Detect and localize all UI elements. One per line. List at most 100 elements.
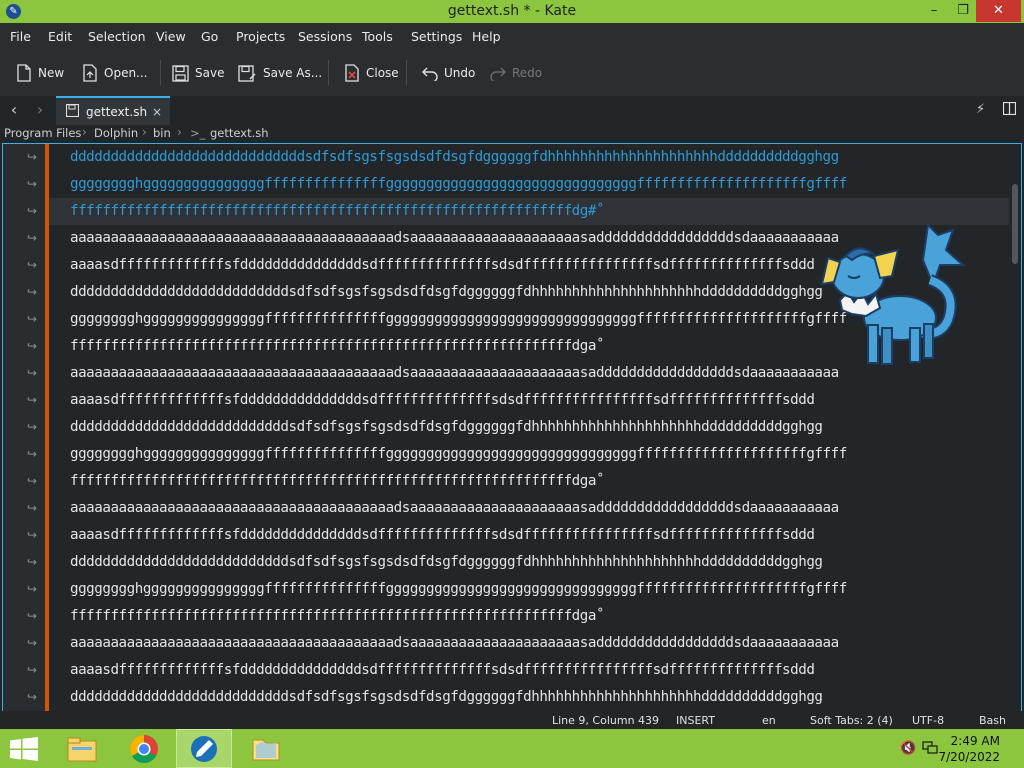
input-mode[interactable]: INSERT — [676, 714, 715, 727]
wrap-indicator-icon: ↪ — [27, 393, 38, 407]
save-icon — [66, 104, 79, 117]
menu-selection[interactable]: Selection — [88, 29, 146, 44]
redo-button[interactable]: Redo — [490, 62, 542, 84]
menu-help[interactable]: Help — [472, 29, 501, 44]
menu-sessions[interactable]: Sessions — [298, 29, 352, 44]
file-encoding[interactable]: UTF-8 — [912, 714, 944, 727]
code-line-text: dddddddddddddddddddddddddddsdfsdfsgsfsgs… — [70, 419, 823, 435]
taskbar-folder[interactable] — [238, 729, 294, 768]
clock-time: 2:49 AM — [950, 734, 1000, 748]
wrap-indicator-icon: ↪ — [27, 204, 38, 218]
save-button[interactable]: Save — [172, 62, 224, 84]
taskbar-chrome[interactable] — [116, 729, 172, 768]
menu-go[interactable]: Go — [201, 29, 218, 44]
menu-view[interactable]: View — [156, 29, 186, 44]
code-line-text: ffffffffffffffffffffffffffffffffffffffff… — [70, 203, 605, 219]
wrap-indicator-icon: ↪ — [27, 609, 38, 623]
new-button[interactable]: New — [16, 62, 64, 84]
menu-edit[interactable]: Edit — [48, 29, 72, 44]
code-line[interactable]: ↪ gggggggghgggggggggggggggfffffffffffffff… — [27, 441, 1009, 468]
wrap-indicator-icon: ↪ — [27, 285, 38, 299]
breadcrumb-item[interactable]: Dolphin — [94, 126, 138, 140]
code-line-text: aaaaaaaaaaaaaaaaaaaaaaaaaaaaaaaaaaaaaaaa… — [70, 365, 839, 381]
scrollbar-thumb[interactable] — [1012, 184, 1018, 264]
menu-projects[interactable]: Projects — [236, 29, 285, 44]
open-document-icon — [83, 64, 97, 82]
taskbar: 🔇 2:49 AM 7/20/2022 — [0, 729, 1024, 768]
menu-file[interactable]: File — [10, 29, 31, 44]
vertical-scrollbar[interactable] — [1009, 144, 1021, 711]
wrap-indicator-icon: ↪ — [27, 555, 38, 569]
code-line[interactable]: ↪ aaaasdfffffffffffffsfdddddddddddddddsdf… — [27, 522, 1009, 549]
undo-button[interactable]: Undo — [422, 62, 475, 84]
chevron-right-icon: › — [82, 125, 87, 139]
save-as-button[interactable]: Save As... — [238, 62, 322, 84]
breadcrumb-item[interactable]: gettext.sh — [210, 126, 269, 140]
indentation-settings[interactable]: Soft Tabs: 2 (4) — [810, 714, 893, 727]
terminal-file-icon: >_ — [190, 126, 206, 140]
network-icon[interactable] — [922, 741, 938, 759]
tab-gettext-sh[interactable]: gettext.sh × — [56, 96, 170, 125]
close-document-icon — [345, 64, 359, 82]
close-window-button[interactable]: ✕ — [976, 0, 1021, 22]
kate-icon — [191, 735, 217, 762]
toolbar-separator — [406, 60, 407, 86]
menu-tools[interactable]: Tools — [362, 29, 393, 44]
wrap-indicator-icon: ↪ — [27, 150, 38, 164]
breadcrumb-item[interactable]: bin — [153, 126, 171, 140]
code-line[interactable]: ↪ dddddddddddddddddddddddddddsdfsdfsgsfsg… — [27, 684, 1009, 711]
volume-muted-icon[interactable]: 🔇 — [900, 741, 916, 756]
tab-close-icon[interactable]: × — [152, 105, 162, 119]
start-button[interactable] — [10, 737, 38, 764]
code-line-text: ffffffffffffffffffffffffffffffffffffffff… — [70, 608, 605, 624]
system-clock[interactable]: 2:49 AM 7/20/2022 — [938, 733, 1000, 765]
code-line-text: aaaasdfffffffffffffsfdddddddddddddddsdff… — [70, 527, 815, 543]
code-line[interactable]: ↪ dddddddddddddddddddddddddddddsdfsdfsgsf… — [27, 144, 1009, 171]
back-arrow-icon[interactable]: ‹ — [6, 102, 22, 118]
code-line-text: aaaaaaaaaaaaaaaaaaaaaaaaaaaaaaaaaaaaaaaa… — [70, 500, 839, 516]
close-document-button[interactable]: Close — [344, 62, 399, 84]
menu-settings[interactable]: Settings — [411, 29, 462, 44]
wrap-indicator-icon: ↪ — [27, 258, 38, 272]
wrap-indicator-icon: ↪ — [27, 420, 38, 434]
code-line[interactable]: ↪ dddddddddddddddddddddddddddsdfsdfsgsfsg… — [27, 549, 1009, 576]
code-line-text: ffffffffffffffffffffffffffffffffffffffff… — [70, 473, 605, 489]
code-line[interactable]: ↪ aaaaaaaaaaaaaaaaaaaaaaaaaaaaaaaaaaaaaaa… — [27, 630, 1009, 657]
toolbar-separator — [160, 60, 161, 86]
code-line[interactable]: ↪ aaaasdfffffffffffffsfdddddddddddddddsdf… — [27, 657, 1009, 684]
quick-open-icon[interactable]: ⚡ — [976, 102, 985, 117]
code-line-text: dddddddddddddddddddddddddddsdfsdfsgsfsgs… — [70, 284, 823, 300]
code-line[interactable]: ↪ fffffffffffffffffffffffffffffffffffffff… — [27, 603, 1009, 630]
syntax-mode[interactable]: Bash — [979, 714, 1006, 727]
open-button[interactable]: Open... — [82, 62, 148, 84]
save-icon — [172, 64, 189, 82]
minimize-button[interactable]: – — [918, 0, 950, 22]
redo-label: Redo — [512, 66, 543, 80]
taskbar-file-explorer[interactable] — [54, 729, 110, 768]
undo-icon — [422, 67, 438, 81]
main-toolbar: New Open... Save Save As... Close Undo R… — [0, 50, 1024, 97]
wrap-indicator-icon: ↪ — [27, 636, 38, 650]
split-view-icon[interactable] — [1002, 101, 1017, 119]
forward-arrow-icon[interactable]: › — [32, 102, 48, 118]
cursor-position[interactable]: Line 9, Column 439 — [552, 714, 659, 727]
code-line[interactable]: ↪ gggggggghgggggggggggggggfffffffffffffff… — [27, 171, 1009, 198]
creature-sprite-image — [820, 222, 966, 365]
code-line-text: gggggggghgggggggggggggggfffffffffffffffg… — [70, 176, 847, 192]
code-line-text: dddddddddddddddddddddddddddddsdfsdfsgsfs… — [70, 149, 839, 165]
wrap-indicator-icon: ↪ — [27, 501, 38, 515]
breadcrumb-item[interactable]: Program Files — [4, 126, 81, 140]
code-line[interactable]: ↪ gggggggghgggggggggggggggfffffffffffffff… — [27, 576, 1009, 603]
redo-icon — [490, 67, 506, 81]
dictionary-language[interactable]: en — [762, 714, 776, 727]
code-line-text: gggggggghgggggggggggggggfffffffffffffffg… — [70, 581, 847, 597]
wrap-indicator-icon: ↪ — [27, 474, 38, 488]
taskbar-kate[interactable] — [176, 729, 232, 768]
code-line[interactable]: ↪ dddddddddddddddddddddddddddsdfsdfsgsfsg… — [27, 414, 1009, 441]
maximize-button[interactable]: ❐ — [947, 0, 979, 22]
code-line[interactable]: ↪ aaaasdfffffffffffffsfdddddddddddddddsdf… — [27, 387, 1009, 414]
wrap-indicator-icon: ↪ — [27, 690, 38, 704]
code-line[interactable]: ↪ aaaaaaaaaaaaaaaaaaaaaaaaaaaaaaaaaaaaaaa… — [27, 495, 1009, 522]
wrap-indicator-icon: ↪ — [27, 366, 38, 380]
code-line[interactable]: ↪ fffffffffffffffffffffffffffffffffffffff… — [27, 468, 1009, 495]
